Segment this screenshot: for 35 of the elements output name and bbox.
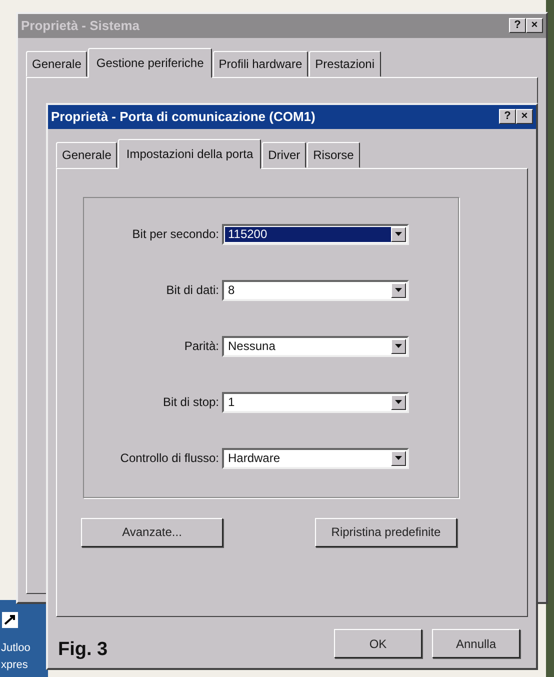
field-label: Bit per secondo: — [131, 226, 220, 243]
window-title: Proprietà - Porta di comunicazione (COM1) — [51, 108, 316, 126]
field-label: Bit di stop: — [162, 394, 220, 411]
shortcut-icon[interactable] — [2, 612, 18, 628]
window-title: Proprietà - Sistema — [21, 17, 140, 35]
dropdown-field[interactable]: 1 — [222, 392, 409, 412]
dropdown-arrow-icon[interactable] — [395, 288, 402, 292]
dropdown-field[interactable]: 8 — [222, 280, 409, 300]
field-label: Controllo di flusso: — [119, 450, 220, 467]
dialog-button[interactable]: OK — [334, 629, 422, 658]
dropdown-arrow-icon[interactable] — [395, 400, 402, 404]
panel-button[interactable]: Avanzate... — [81, 518, 223, 546]
tab[interactable]: Risorse — [307, 142, 360, 168]
dropdown-field[interactable]: Hardware — [222, 448, 409, 468]
dropdown-field[interactable]: Nessuna — [222, 336, 409, 356]
dropdown-arrow-icon[interactable] — [395, 456, 402, 460]
field-label: Parità: — [183, 338, 220, 355]
tab[interactable]: Generale — [26, 50, 88, 76]
dropdown-arrow-icon[interactable] — [395, 232, 402, 236]
help-button[interactable]: ? — [499, 109, 516, 124]
tab[interactable]: Impostazioni della porta — [118, 138, 262, 168]
dropdown-arrow-icon[interactable] — [395, 344, 402, 348]
help-button[interactable]: ? — [509, 18, 526, 34]
tab[interactable]: Gestione periferiche — [88, 48, 212, 78]
dropdown-field[interactable]: 115200 — [222, 224, 409, 244]
tab[interactable]: Profili hardware — [212, 50, 308, 76]
tab[interactable]: Generale — [56, 142, 118, 168]
dialog-button[interactable]: Annulla — [432, 629, 520, 658]
close-button[interactable]: × — [526, 18, 543, 34]
tab[interactable]: Driver — [262, 142, 306, 168]
tab[interactable]: Prestazioni — [309, 50, 381, 76]
close-button[interactable]: × — [516, 109, 533, 124]
figure-caption: Fig. 3 — [58, 638, 108, 662]
panel-button[interactable]: Ripristina predefinite — [315, 518, 457, 546]
field-label: Bit di dati: — [165, 282, 220, 299]
